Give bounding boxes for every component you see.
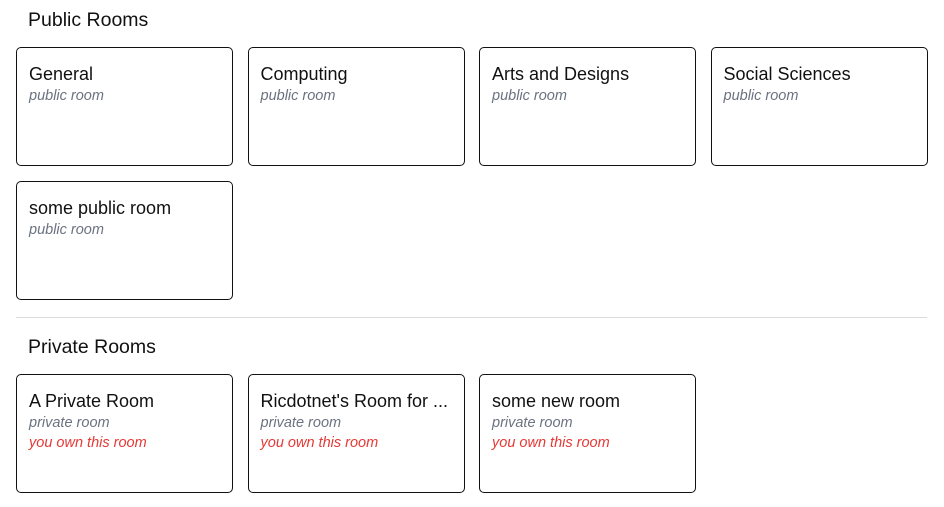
room-type: public room — [260, 88, 336, 104]
room-card-general[interactable]: General public room — [16, 47, 233, 166]
section-divider — [16, 317, 927, 318]
room-name: Arts and Designs — [492, 64, 630, 84]
room-type: public room — [723, 88, 799, 104]
room-name: some new room — [492, 391, 621, 411]
room-type: public room — [29, 88, 104, 104]
room-card-computing[interactable]: Computing public room — [247, 47, 465, 166]
room-card-some-new-room[interactable]: some new room private room you own this … — [479, 374, 696, 493]
room-name: Social Sciences — [723, 64, 851, 84]
room-type: public room — [492, 88, 567, 104]
room-card-a-private-room[interactable]: A Private Room private room you own this… — [16, 374, 233, 493]
owner-note: you own this room — [29, 435, 147, 451]
room-card-arts-and-designs[interactable]: Arts and Designs public room — [479, 47, 696, 166]
room-name: General — [29, 64, 94, 84]
public-rooms-heading: Public Rooms — [28, 9, 149, 31]
room-name: Computing — [260, 64, 348, 84]
private-rooms-heading: Private Rooms — [28, 336, 156, 358]
owner-note: you own this room — [260, 435, 379, 451]
room-card-ricdotnets-room[interactable]: Ricdotnet's Room for ... private room yo… — [247, 374, 465, 493]
room-name: some public room — [29, 198, 172, 218]
room-type: private room — [260, 415, 342, 431]
room-name: A Private Room — [29, 391, 155, 411]
room-type: private room — [492, 415, 573, 431]
room-type: public room — [29, 222, 104, 238]
owner-note: you own this room — [492, 435, 610, 451]
room-name: Ricdotnet's Room for ... — [260, 391, 449, 411]
private-rooms-grid: A Private Room private room you own this… — [16, 374, 928, 493]
room-type: private room — [29, 415, 110, 431]
room-card-some-public-room[interactable]: some public room public room — [16, 181, 233, 300]
room-card-social-sciences[interactable]: Social Sciences public room — [710, 47, 928, 166]
public-rooms-grid: General public room Computing public roo… — [16, 47, 928, 300]
